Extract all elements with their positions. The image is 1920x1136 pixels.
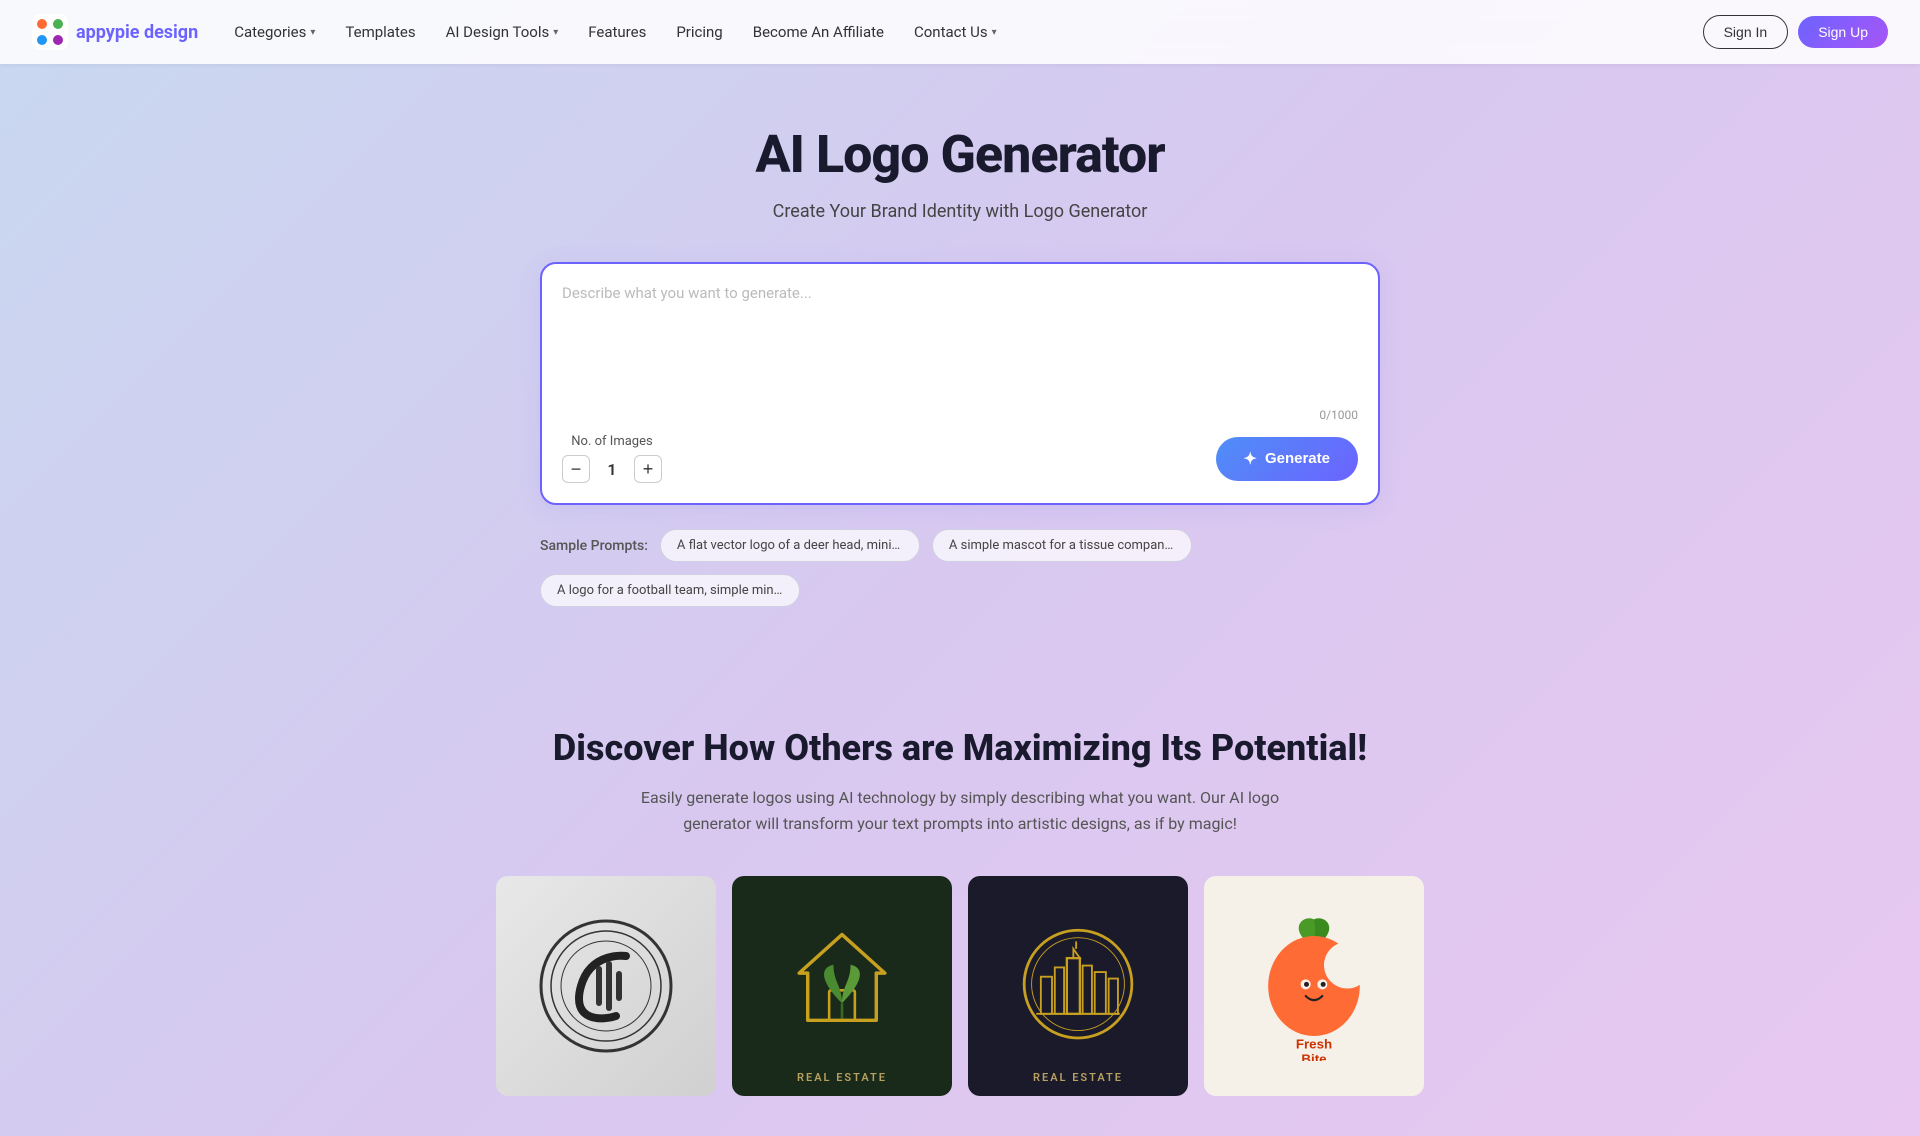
sample-prompts-label: Sample Prompts: (540, 538, 648, 554)
logo-card-2: REAL ESTATE (732, 876, 952, 1096)
generate-button[interactable]: ✦ Generate (1216, 437, 1358, 481)
nav-contact[interactable]: Contact Us ▾ (902, 17, 1009, 47)
generate-icon: ✦ (1244, 449, 1257, 469)
svg-text:Bite: Bite (1301, 1052, 1326, 1062)
generator-box: 0/1000 No. of Images − 1 + ✦ Generate (540, 262, 1380, 505)
signup-button[interactable]: Sign Up (1798, 16, 1888, 48)
card3-label: REAL ESTATE (968, 1071, 1188, 1084)
counter: − 1 + (562, 455, 662, 483)
logo-grid: REAL ESTATE (20, 876, 1900, 1096)
ai-tools-chevron-icon: ▾ (553, 27, 558, 38)
counter-value: 1 (602, 460, 622, 479)
sample-prompts-row: Sample Prompts: A flat vector logo of a … (540, 529, 1380, 607)
card3-svg-area (968, 876, 1188, 1096)
svg-text:Fresh: Fresh (1296, 1037, 1332, 1052)
prompt-chip-3[interactable]: A logo for a football team, simple minim… (540, 574, 800, 607)
hero-section: AI Logo Generator Create Your Brand Iden… (0, 64, 1920, 707)
decrement-button[interactable]: − (562, 455, 590, 483)
increment-button[interactable]: + (634, 455, 662, 483)
logo-card-4: Fresh Bite (1204, 876, 1424, 1096)
generator-controls: No. of Images − 1 + ✦ Generate (562, 434, 1358, 483)
hero-subtitle: Create Your Brand Identity with Logo Gen… (20, 201, 1900, 222)
nav-categories[interactable]: Categories ▾ (222, 17, 327, 47)
prompt-chip-1[interactable]: A flat vector logo of a deer head, minim… (660, 529, 920, 562)
logo[interactable]: appypie design (32, 14, 198, 50)
nav-affiliate[interactable]: Become An Affiliate (741, 17, 896, 47)
logo-text: appypie design (76, 22, 198, 43)
prompt-textarea[interactable] (562, 284, 1358, 404)
logo-card-3: REAL ESTATE (968, 876, 1188, 1096)
appypie-logo-icon (32, 14, 68, 50)
discover-description: Easily generate logos using AI technolog… (610, 785, 1310, 836)
nav-features[interactable]: Features (576, 17, 658, 47)
images-label: No. of Images (562, 434, 662, 449)
images-counter-area: No. of Images − 1 + (562, 434, 662, 483)
nav-actions: Sign In Sign Up (1703, 15, 1888, 49)
contact-chevron-icon: ▾ (992, 27, 997, 38)
page-title: AI Logo Generator (20, 124, 1900, 185)
char-count: 0/1000 (562, 408, 1358, 422)
prompt-chip-2[interactable]: A simple mascot for a tissue company, Ja… (932, 529, 1192, 562)
logo-card-1 (496, 876, 716, 1096)
card2-svg-area (732, 876, 952, 1096)
card2-label: REAL ESTATE (732, 1071, 952, 1084)
nav-links: Categories ▾ Templates AI Design Tools ▾… (222, 17, 1702, 47)
navbar: appypie design Categories ▾ Templates AI… (0, 0, 1920, 64)
signin-button[interactable]: Sign In (1703, 15, 1789, 49)
nav-ai-design-tools[interactable]: AI Design Tools ▾ (434, 17, 571, 47)
nav-templates[interactable]: Templates (333, 17, 427, 47)
discover-title: Discover How Others are Maximizing Its P… (20, 727, 1900, 769)
card1-svg-area (496, 876, 716, 1096)
nav-pricing[interactable]: Pricing (664, 17, 734, 47)
card4-svg-area: Fresh Bite (1204, 876, 1424, 1096)
discover-section: Discover How Others are Maximizing Its P… (0, 707, 1920, 1136)
categories-chevron-icon: ▾ (310, 27, 315, 38)
